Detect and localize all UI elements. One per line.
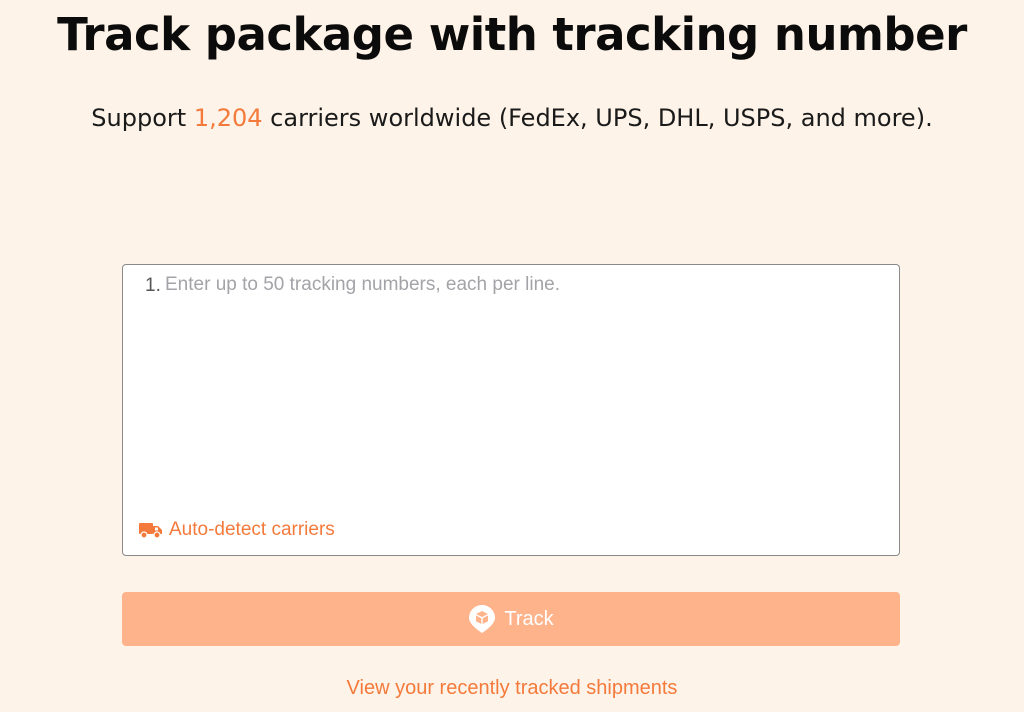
auto-detect-label: Auto-detect carriers (169, 519, 335, 540)
package-location-icon (468, 604, 496, 634)
auto-detect-carriers-button[interactable]: Auto-detect carriers (139, 519, 335, 541)
truck-icon (139, 520, 163, 540)
line-number: 1. (145, 275, 161, 296)
page-subtitle: Support 1,204 carriers worldwide (FedEx,… (0, 104, 1024, 132)
recent-shipments-link[interactable]: View your recently tracked shipments (0, 677, 1024, 700)
tracking-input-box[interactable]: 1. Auto-detect carriers (122, 264, 900, 556)
page-title: Track package with tracking number (57, 8, 967, 61)
carrier-count: 1,204 (193, 104, 263, 132)
tracking-numbers-textarea[interactable] (165, 273, 885, 503)
track-button-label: Track (504, 607, 554, 630)
track-button[interactable]: Track (122, 592, 900, 646)
subtitle-prefix: Support (91, 104, 194, 132)
tracking-page: Track package with tracking number Suppo… (0, 0, 1024, 712)
subtitle-suffix: carriers worldwide (FedEx, UPS, DHL, USP… (262, 104, 933, 132)
